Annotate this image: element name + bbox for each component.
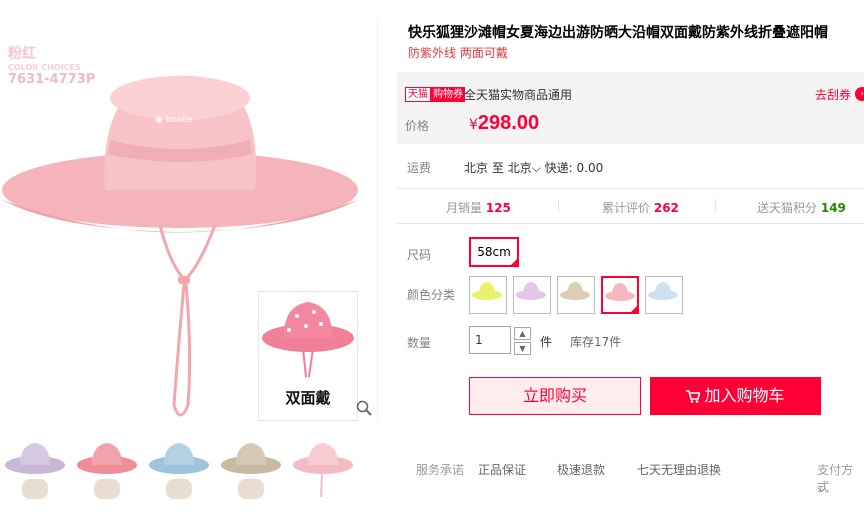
color-swatch[interactable] <box>469 276 507 314</box>
currency-symbol: ¥ <box>469 117 478 133</box>
stock-info: 库存17件 <box>570 335 622 349</box>
svg-text:◉ kuaile: ◉ kuaile <box>155 115 193 125</box>
hat-swatch-icon <box>516 282 546 300</box>
size-option-58cm[interactable]: 58cm <box>469 237 519 267</box>
product-info: 快乐狐狸沙滩帽女夏海边出游防晒大沿帽双面戴防紫外线折叠遮阳帽 防紫外线 两面可戴… <box>397 0 864 513</box>
coupon-arrow-icon[interactable]: › <box>855 87 864 101</box>
quantity-decrease-button[interactable]: ▼ <box>514 342 531 355</box>
service-item-genuine[interactable]: 正品保证 <box>478 461 526 478</box>
reversible-label: 双面戴 <box>285 389 331 407</box>
monthly-sales: 月销量 125 <box>446 201 511 215</box>
thumbnail-pink[interactable] <box>292 435 354 501</box>
selected-check-icon <box>629 304 639 314</box>
size-label: 尺码 <box>407 248 432 262</box>
product-gallery: 粉红 COLOR CHOICES 7631-4773P ◉ kuaile 双面戴 <box>0 0 380 513</box>
express-fee: 快递: 0.00 <box>544 161 604 175</box>
hat-swatch-icon <box>648 282 678 300</box>
cart-icon <box>686 390 701 403</box>
buy-now-button[interactable]: 立即购买 <box>469 377 641 415</box>
color-swatch[interactable] <box>601 276 639 314</box>
service-item-return[interactable]: 七天无理由退换 <box>637 461 721 478</box>
stat-divider <box>715 199 716 213</box>
hat-swatch-icon <box>560 282 590 300</box>
quantity-input[interactable]: 1 <box>469 326 511 354</box>
product-subtitle: 防紫外线 两面可戴 <box>408 46 508 60</box>
thumbnail-blue[interactable] <box>148 435 210 501</box>
service-item-refund[interactable]: 极速退款 <box>557 461 605 478</box>
price-label: 价格 <box>405 119 430 133</box>
stat-divider <box>558 199 559 213</box>
tmall-tag: 天猫 <box>405 87 431 102</box>
ship-to-select[interactable]: 北京⌵ <box>508 161 541 175</box>
coupon-badge: 购物券 <box>431 87 465 102</box>
get-coupon-link[interactable]: 去刮券 <box>815 86 851 103</box>
ship-from: 北京 <box>464 161 489 175</box>
coupon-tag: 天猫 购物券 <box>405 87 465 102</box>
reversible-inset: 双面戴 <box>258 291 358 421</box>
magnifier-icon[interactable] <box>356 400 372 416</box>
color-swatch[interactable] <box>645 276 683 314</box>
selected-check-icon <box>509 257 519 267</box>
chevron-down-icon[interactable]: ⌵ <box>817 481 826 496</box>
stats-bar: 月销量 125 累计评价 262 送天猫积分 149 <box>397 188 864 224</box>
ship-to: 北京 <box>507 161 532 175</box>
shipping-info: 北京 至 北京⌵ 快递: 0.00 <box>464 159 603 176</box>
add-to-cart-label: 加入购物车 <box>704 386 785 405</box>
price-value: ¥298.00 <box>469 112 539 135</box>
color-label: 颜色分类 <box>407 288 456 302</box>
price-amount: 298.00 <box>477 112 540 134</box>
thumbnail-khaki[interactable] <box>220 435 282 501</box>
ship-to-word: 至 <box>491 161 504 175</box>
points-count: 送天猫积分 149 <box>757 201 846 215</box>
product-title: 快乐狐狸沙滩帽女夏海边出游防晒大沿帽双面戴防紫外线折叠遮阳帽 <box>408 25 828 41</box>
thumbnail-red[interactable] <box>76 435 138 501</box>
shipping-label: 运费 <box>407 161 432 175</box>
coupon-description: 全天猫实物商品通用 <box>464 88 573 102</box>
add-to-cart-button[interactable]: 加入购物车 <box>650 377 821 415</box>
hat-swatch-icon <box>472 282 502 300</box>
price-panel: 天猫 购物券 全天猫实物商品通用 去刮券 › 价格 ¥298.00 <box>397 72 864 144</box>
quantity-unit: 件 <box>540 335 553 349</box>
thumbnail-purple[interactable] <box>4 435 66 501</box>
review-count[interactable]: 累计评价 262 <box>602 199 679 216</box>
quantity-increase-button[interactable]: ▲ <box>514 327 531 340</box>
chevron-down-icon: ⌵ <box>531 161 541 175</box>
reversible-hat-icon <box>262 302 354 378</box>
color-swatch[interactable] <box>557 276 595 314</box>
thumbnail-strip <box>0 435 380 505</box>
quantity-label: 数量 <box>407 336 432 350</box>
color-swatch[interactable] <box>513 276 551 314</box>
service-label: 服务承诺 <box>416 463 465 477</box>
main-product-image[interactable]: 粉红 COLOR CHOICES 7631-4773P ◉ kuaile 双面戴 <box>0 20 378 422</box>
